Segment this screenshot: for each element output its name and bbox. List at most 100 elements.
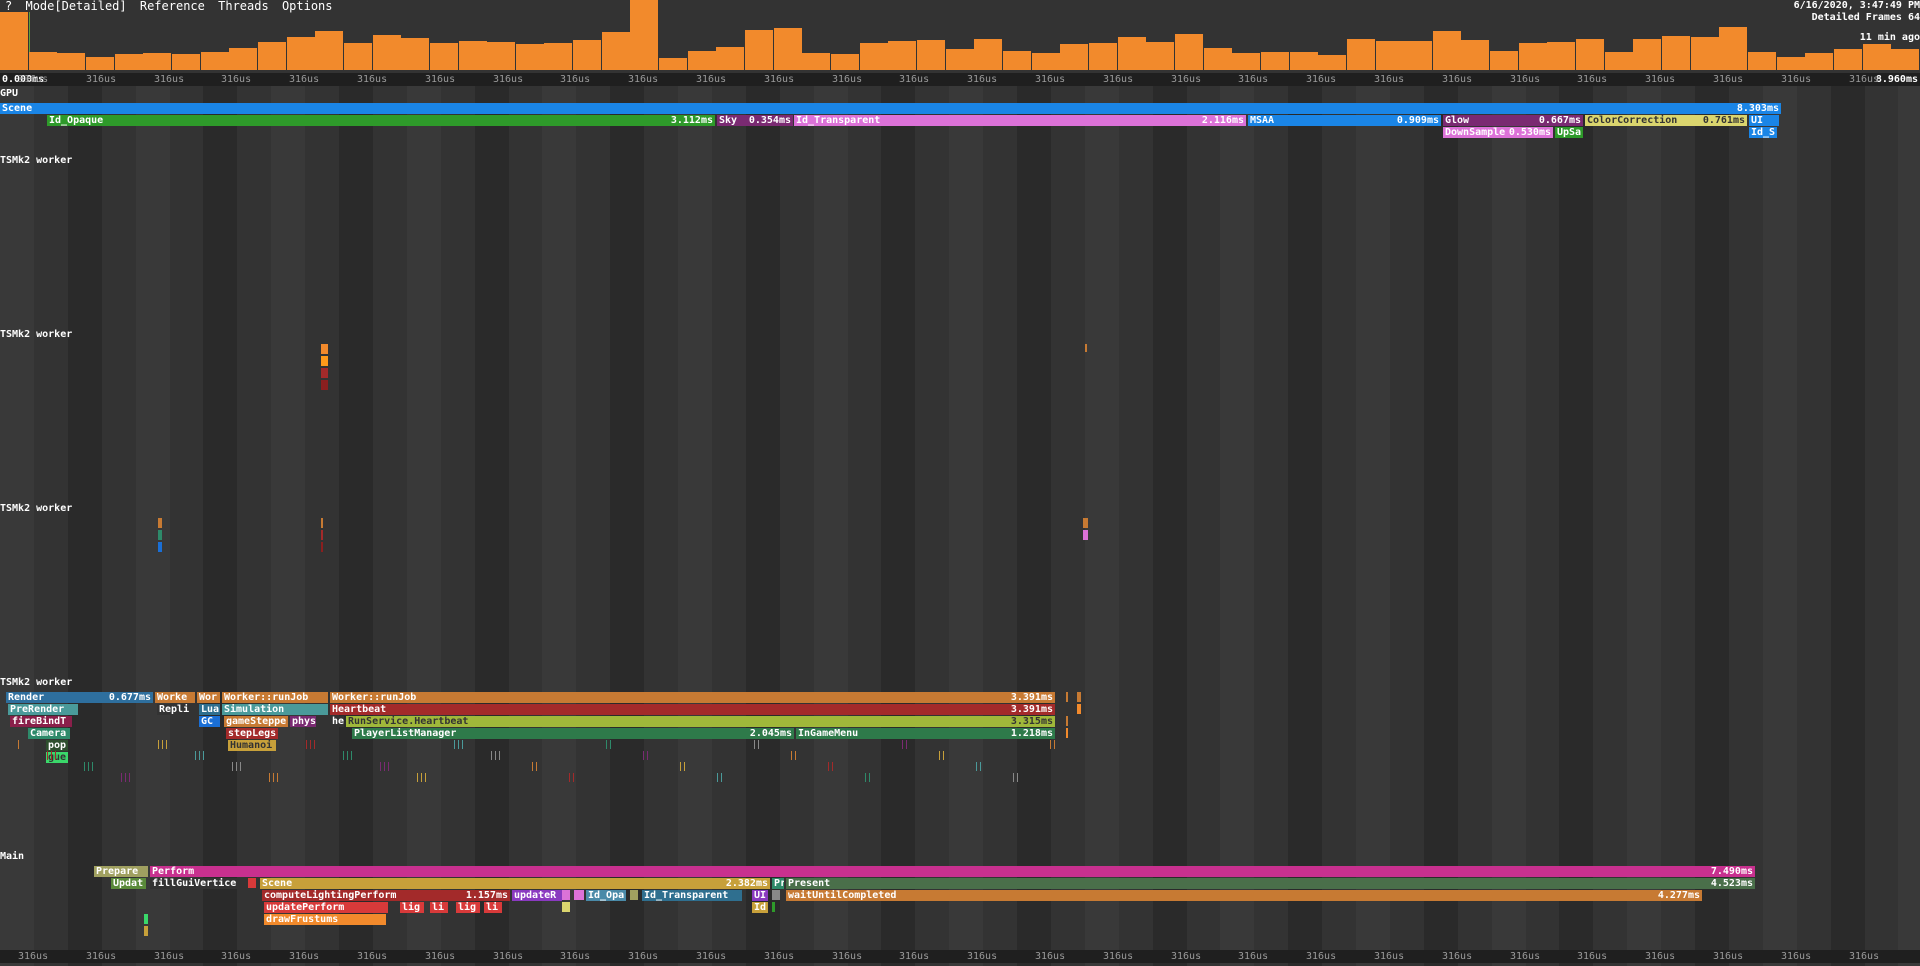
- frame-bar[interactable]: [1834, 49, 1863, 70]
- frame-bar[interactable]: [1777, 57, 1806, 70]
- frame-bar[interactable]: [172, 54, 201, 70]
- block-gpu-glow[interactable]: Glow 0.667ms: [1443, 115, 1583, 126]
- frame-bar[interactable]: [1232, 53, 1261, 70]
- sliver[interactable]: [1083, 530, 1088, 540]
- block-id-main[interactable]: Id: [752, 902, 768, 913]
- sliver[interactable]: [772, 902, 775, 912]
- frame-bar[interactable]: [1318, 55, 1347, 70]
- frame-bar[interactable]: [1376, 41, 1405, 70]
- sliver[interactable]: [158, 542, 162, 552]
- sliver[interactable]: [1077, 692, 1081, 702]
- frame-bar[interactable]: [258, 42, 287, 70]
- block-pr[interactable]: Pr: [772, 878, 784, 889]
- block-main-scene[interactable]: Scene 2.382ms: [260, 878, 770, 889]
- frame-bar[interactable]: [344, 43, 373, 70]
- frame-bar[interactable]: [1461, 40, 1490, 70]
- frame-bar[interactable]: [602, 32, 631, 70]
- block-playerlistmanager[interactable]: PlayerListManager 2.045ms: [352, 728, 794, 739]
- menu-reference[interactable]: Reference: [140, 0, 205, 13]
- block-phys[interactable]: phys: [290, 716, 316, 727]
- frame-bar[interactable]: [143, 53, 172, 70]
- block-gamestepper[interactable]: gameSteppe: [224, 716, 288, 727]
- frame-bar[interactable]: [516, 44, 545, 70]
- block-id-opa[interactable]: Id_Opa: [586, 890, 626, 901]
- frame-bar[interactable]: [1490, 51, 1519, 70]
- block-wor[interactable]: Wor: [197, 692, 220, 703]
- block-gpu-msaa[interactable]: MSAA 0.909ms: [1248, 115, 1441, 126]
- menu-options[interactable]: Options: [282, 0, 333, 13]
- block-pop[interactable]: pop: [46, 740, 68, 751]
- sliver[interactable]: [1066, 728, 1068, 738]
- block-updater[interactable]: updateR: [512, 890, 562, 901]
- block-prepare[interactable]: Prepare: [94, 866, 148, 877]
- frame-bar[interactable]: [1662, 36, 1691, 70]
- block-fillguivertice[interactable]: fillGuiVertice: [150, 878, 245, 889]
- frame-bar[interactable]: [1576, 39, 1605, 70]
- block-li-1[interactable]: li: [430, 902, 448, 913]
- sliver[interactable]: [1066, 716, 1068, 726]
- block-updat[interactable]: Updat: [111, 878, 146, 889]
- block-waituntilcompleted[interactable]: waitUntilCompleted 4.277ms: [786, 890, 1702, 901]
- sliver[interactable]: [1077, 704, 1081, 714]
- block-heartbeat[interactable]: Heartbeat 3.391ms: [330, 704, 1055, 715]
- block-he[interactable]: he: [330, 716, 344, 727]
- frame-bar[interactable]: [1175, 34, 1204, 70]
- sliver[interactable]: [321, 530, 323, 540]
- block-perform[interactable]: Perform 7.490ms: [150, 866, 1755, 877]
- block-simulation[interactable]: Simulation: [222, 704, 328, 715]
- block-present[interactable]: Present 4.523ms: [786, 878, 1755, 889]
- frame-bar[interactable]: [1433, 31, 1462, 70]
- sliver[interactable]: [144, 926, 148, 936]
- block-humanoi[interactable]: Humanoi: [228, 740, 276, 751]
- sliver[interactable]: [248, 878, 256, 888]
- frame-bar[interactable]: [1863, 44, 1892, 70]
- frame-bar[interactable]: [974, 39, 1003, 70]
- block-firebind[interactable]: fireBindT: [10, 716, 72, 727]
- frame-bar[interactable]: [1118, 37, 1147, 70]
- sliver[interactable]: [144, 914, 148, 924]
- frame-bar[interactable]: [0, 12, 29, 70]
- frame-bar[interactable]: [1633, 39, 1662, 70]
- frame-bar[interactable]: [315, 31, 344, 70]
- frame-bar[interactable]: [1261, 52, 1290, 70]
- frame-bar[interactable]: [1060, 44, 1089, 70]
- block-gpu-downsample[interactable]: DownSample 0.530ms: [1443, 127, 1553, 138]
- frame-bar[interactable]: [1003, 51, 1032, 70]
- frame-bar[interactable]: [57, 53, 86, 70]
- frame-bar[interactable]: [745, 30, 774, 70]
- sliver[interactable]: [321, 344, 328, 354]
- frame-bar[interactable]: [229, 48, 258, 70]
- block-gpu-id-s[interactable]: Id_S: [1749, 127, 1777, 138]
- frame-bar[interactable]: [430, 43, 459, 70]
- block-li-2[interactable]: li: [484, 902, 502, 913]
- sliver[interactable]: [562, 902, 570, 912]
- frame-bar[interactable]: [860, 43, 889, 70]
- frame-bar[interactable]: [201, 52, 230, 70]
- sliver[interactable]: [321, 542, 323, 552]
- frame-bar[interactable]: [401, 38, 430, 70]
- block-lig-2[interactable]: lig: [456, 902, 480, 913]
- sliver[interactable]: [562, 890, 570, 900]
- frame-bar[interactable]: [1748, 52, 1777, 70]
- block-gpu-sky[interactable]: Sky 0.354ms: [717, 115, 793, 126]
- sliver[interactable]: [1066, 692, 1068, 702]
- block-gu[interactable]: gue: [46, 752, 68, 763]
- block-prerender[interactable]: PreRender: [8, 704, 78, 715]
- frame-bar[interactable]: [115, 54, 144, 70]
- block-render[interactable]: Render 0.677ms: [6, 692, 153, 703]
- block-ui-main[interactable]: UI: [752, 890, 768, 901]
- block-drawfrustums[interactable]: drawFrustums: [264, 914, 386, 925]
- frame-bar[interactable]: [86, 57, 115, 70]
- block-gpu-upsa[interactable]: UpSa: [1555, 127, 1583, 138]
- block-ingamemenu[interactable]: InGameMenu 1.218ms: [796, 728, 1055, 739]
- frame-bar[interactable]: [459, 41, 488, 70]
- sliver[interactable]: [321, 518, 323, 528]
- block-computelightingperform[interactable]: computeLightingPerform 1.157ms: [262, 890, 510, 901]
- sliver[interactable]: [321, 356, 328, 366]
- block-updateperform[interactable]: updatePerform: [264, 902, 388, 913]
- frame-bar[interactable]: [1290, 52, 1319, 70]
- block-worke[interactable]: Worke: [155, 692, 195, 703]
- frame-bar[interactable]: [774, 28, 803, 70]
- block-runservice-heartbeat[interactable]: RunService.Heartbeat 3.315ms: [346, 716, 1055, 727]
- frame-bar[interactable]: [1719, 27, 1748, 70]
